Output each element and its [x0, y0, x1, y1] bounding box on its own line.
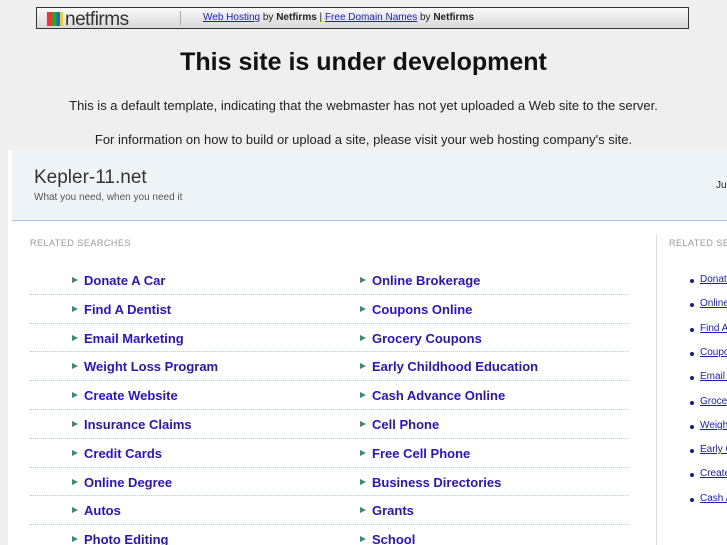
sidebar-search-link[interactable]: Email Marketing — [700, 371, 727, 382]
related-searches-label: RELATED SEARCHES — [30, 238, 131, 248]
related-search-link[interactable]: Autos — [84, 503, 121, 518]
sidebar-search-link[interactable]: Coupons Online — [700, 347, 727, 358]
bullet-icon — [690, 400, 694, 405]
arrow-icon — [72, 363, 78, 370]
by-text: by — [417, 12, 434, 23]
arrow-icon — [360, 277, 366, 283]
search-row: Email Marketing Grocery Coupons — [30, 324, 628, 353]
brand-text: Netfirms — [276, 12, 317, 23]
bullet-icon — [690, 376, 694, 381]
info-text: This is a default template, indicating t… — [69, 98, 658, 113]
sidebar-search-link[interactable]: Create Website — [700, 468, 727, 479]
bullet-icon — [690, 303, 694, 308]
sidebar-search-link[interactable]: Early Childhood Education — [700, 444, 727, 455]
related-search-link[interactable]: Business Directories — [372, 475, 501, 490]
bullet-icon — [690, 449, 694, 454]
banner-links: Web Hosting by Netfirms | Free Domain Na… — [203, 12, 474, 23]
site-name: Kepler-11.net — [34, 167, 147, 188]
logo-text: netfirms — [65, 9, 129, 30]
sidebar-search-link[interactable]: Weight Loss Program — [700, 420, 727, 431]
related-search-link[interactable]: Photo Editing — [84, 532, 168, 545]
related-search-link[interactable]: Donate A Car — [84, 273, 165, 288]
arrow-icon — [72, 478, 78, 485]
related-search-link[interactable]: Grants — [372, 503, 414, 518]
related-search-link[interactable]: Early Childhood Education — [372, 359, 538, 374]
arrow-icon — [360, 536, 366, 543]
parked-header: Kepler-11.net What you need, when you ne… — [12, 150, 727, 221]
bullet-icon — [690, 327, 694, 332]
related-search-link[interactable]: Coupons Online — [372, 302, 472, 317]
arrow-icon — [72, 392, 78, 399]
related-search-link[interactable]: Email Marketing — [84, 331, 184, 346]
sidebar-divider — [656, 234, 657, 545]
arrow-icon — [360, 363, 366, 370]
bullet-icon — [690, 424, 694, 429]
divider — [180, 11, 181, 25]
sidebar-search-link[interactable]: Donate A Car — [700, 274, 727, 285]
related-search-link[interactable]: Cell Phone — [372, 417, 439, 432]
sidebar-search-link[interactable]: Find A Dentist — [700, 323, 727, 334]
arrow-icon — [72, 536, 78, 543]
search-row: Donate A Car Online Brokerage — [30, 266, 628, 295]
related-search-link[interactable]: Free Cell Phone — [372, 446, 470, 461]
date-text: Ju — [716, 180, 727, 191]
bullet-icon — [690, 279, 694, 283]
related-search-link[interactable]: School — [372, 532, 415, 545]
pipe-text: | — [316, 12, 325, 23]
arrow-icon — [360, 421, 366, 427]
sidebar-search-link[interactable]: Cash Advance Online — [700, 493, 727, 504]
netfirms-banner: netfirms Web Hosting by Netfirms | Free … — [36, 7, 689, 31]
arrow-icon — [360, 334, 366, 341]
arrow-icon — [72, 507, 78, 514]
bullet-icon — [690, 351, 694, 356]
info-text-2: For information on how to build or uploa… — [94, 132, 633, 147]
search-row: Online Degree Business Directories — [30, 468, 628, 497]
related-search-link[interactable]: Find A Dentist — [84, 302, 171, 317]
sidebar-search-link[interactable]: Grocery Coupons — [700, 396, 727, 407]
arrow-icon — [72, 334, 78, 341]
arrow-icon — [360, 449, 366, 456]
arrow-icon — [360, 392, 366, 399]
sidebar-search-link[interactable]: Online Brokerage — [700, 298, 727, 309]
related-search-link[interactable]: Insurance Claims — [84, 417, 192, 432]
page-title: This site is under development — [180, 48, 547, 76]
netfirms-logo-icon — [47, 12, 63, 26]
search-row: Weight Loss Program Early Childhood Educa… — [30, 352, 628, 382]
parked-page-frame: Kepler-11.net What you need, when you ne… — [8, 150, 727, 545]
related-search-link[interactable]: Credit Cards — [84, 446, 162, 461]
related-search-link[interactable]: Grocery Coupons — [372, 331, 482, 346]
related-search-link[interactable]: Online Brokerage — [372, 273, 480, 288]
arrow-icon — [72, 305, 78, 312]
search-row: Find A Dentist Coupons Online — [30, 295, 628, 324]
search-row: Create Website Cash Advance Online — [30, 381, 628, 410]
search-row: Autos Grants — [30, 496, 628, 526]
arrow-icon — [72, 277, 78, 283]
search-row: Photo Editing School — [30, 525, 628, 545]
web-hosting-link[interactable]: Web Hosting — [203, 12, 260, 23]
brand-text: Netfirms — [433, 12, 474, 23]
related-search-link[interactable]: Online Degree — [84, 475, 172, 490]
bullet-icon — [690, 473, 694, 478]
free-domain-link[interactable]: Free Domain Names — [325, 12, 417, 23]
arrow-icon — [72, 421, 78, 427]
arrow-icon — [72, 449, 78, 456]
arrow-icon — [360, 507, 366, 514]
arrow-icon — [360, 478, 366, 485]
bullet-icon — [690, 497, 694, 502]
related-search-link[interactable]: Create Website — [84, 388, 178, 403]
tagline: What you need, when you need it — [34, 192, 183, 203]
related-search-link[interactable]: Cash Advance Online — [372, 388, 505, 403]
sidebar-related-label: RELATED SEARCHES — [669, 238, 727, 248]
by-text: by — [260, 12, 277, 23]
related-search-link[interactable]: Weight Loss Program — [84, 359, 218, 374]
search-row: Credit Cards Free Cell Phone — [30, 439, 628, 468]
search-row: Insurance Claims Cell Phone — [30, 410, 628, 439]
arrow-icon — [360, 305, 366, 312]
netfirms-logo[interactable]: netfirms — [47, 9, 129, 31]
